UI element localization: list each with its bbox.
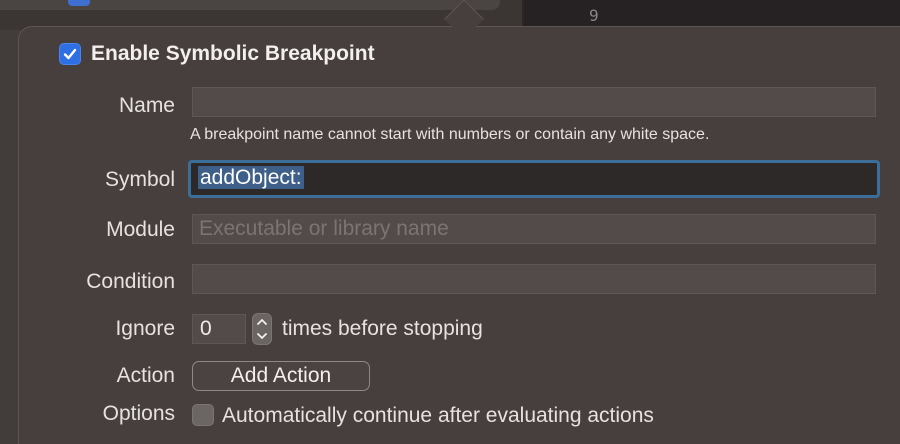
ignore-count-stepper[interactable] xyxy=(252,313,272,345)
action-label: Action xyxy=(116,364,175,387)
module-input[interactable]: Executable or library name xyxy=(192,214,876,244)
condition-input[interactable] xyxy=(192,264,876,294)
name-hint-text: A breakpoint name cannot start with numb… xyxy=(190,126,710,143)
symbol-input[interactable]: addObject: xyxy=(188,160,880,198)
name-input[interactable] xyxy=(192,87,876,117)
chevron-down-icon xyxy=(257,333,267,339)
auto-continue-label[interactable]: Automatically continue after evaluating … xyxy=(222,403,654,429)
module-label: Module xyxy=(106,218,175,241)
add-action-button[interactable]: Add Action xyxy=(192,361,370,391)
enable-breakpoint-title[interactable]: Enable Symbolic Breakpoint xyxy=(91,41,375,67)
options-label: Options xyxy=(102,402,175,425)
ignore-label: Ignore xyxy=(115,317,175,340)
auto-continue-checkbox[interactable] xyxy=(192,404,214,426)
module-input-placeholder: Executable or library name xyxy=(199,217,449,240)
editor-line-number: 9 xyxy=(589,6,599,25)
ignore-count-input[interactable]: 0 xyxy=(192,314,246,344)
condition-label: Condition xyxy=(86,270,175,293)
name-label: Name xyxy=(118,94,175,117)
breakpoint-navigator-row[interactable] xyxy=(0,0,500,10)
xcode-window: 9 Enable Symbolic Breakpoint Name A brea… xyxy=(0,0,900,444)
symbol-label: Symbol xyxy=(104,168,175,191)
ignore-suffix-text: times before stopping xyxy=(282,317,483,340)
enable-breakpoint-checkbox[interactable] xyxy=(59,43,81,65)
chevron-up-icon xyxy=(257,319,267,325)
breakpoint-icon xyxy=(68,0,90,6)
checkmark-icon xyxy=(63,48,77,60)
symbol-input-value: addObject: xyxy=(198,166,304,189)
stepper-down-button[interactable] xyxy=(253,329,271,344)
stepper-up-button[interactable] xyxy=(253,314,271,329)
